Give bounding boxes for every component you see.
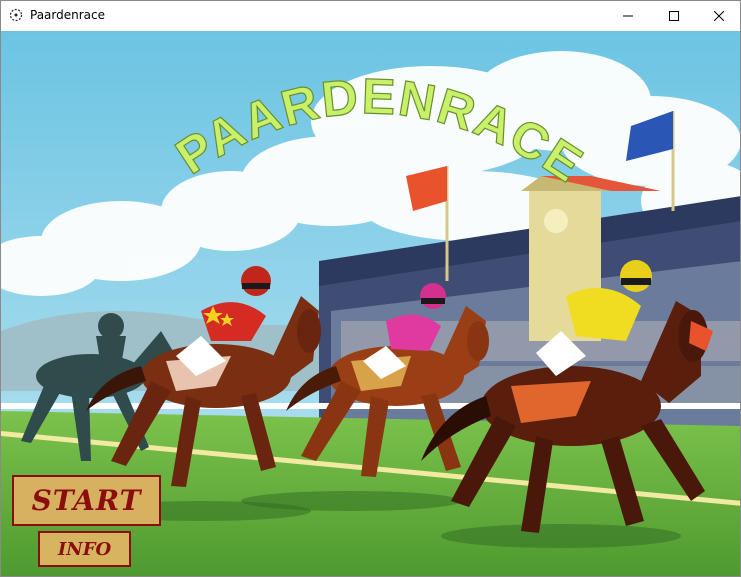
start-button[interactable]: START: [12, 475, 161, 526]
info-button[interactable]: INFO: [38, 531, 131, 567]
game-window: Paardenrace PAARDENRACE START INFO: [0, 0, 741, 577]
logo-text: PAARDENRACE: [166, 67, 593, 194]
maximize-icon: [669, 11, 679, 21]
minimize-icon: [623, 11, 633, 21]
close-icon: [714, 11, 724, 21]
title-bar[interactable]: Paardenrace: [1, 1, 740, 31]
app-icon: [9, 8, 23, 22]
close-button[interactable]: [696, 1, 740, 31]
window-title: Paardenrace: [30, 8, 105, 22]
game-scene: PAARDENRACE START INFO: [1, 31, 740, 576]
maximize-button[interactable]: [651, 1, 697, 31]
svg-text:PAARDENRACE: PAARDENRACE: [166, 68, 593, 194]
minimize-button[interactable]: [605, 1, 651, 31]
